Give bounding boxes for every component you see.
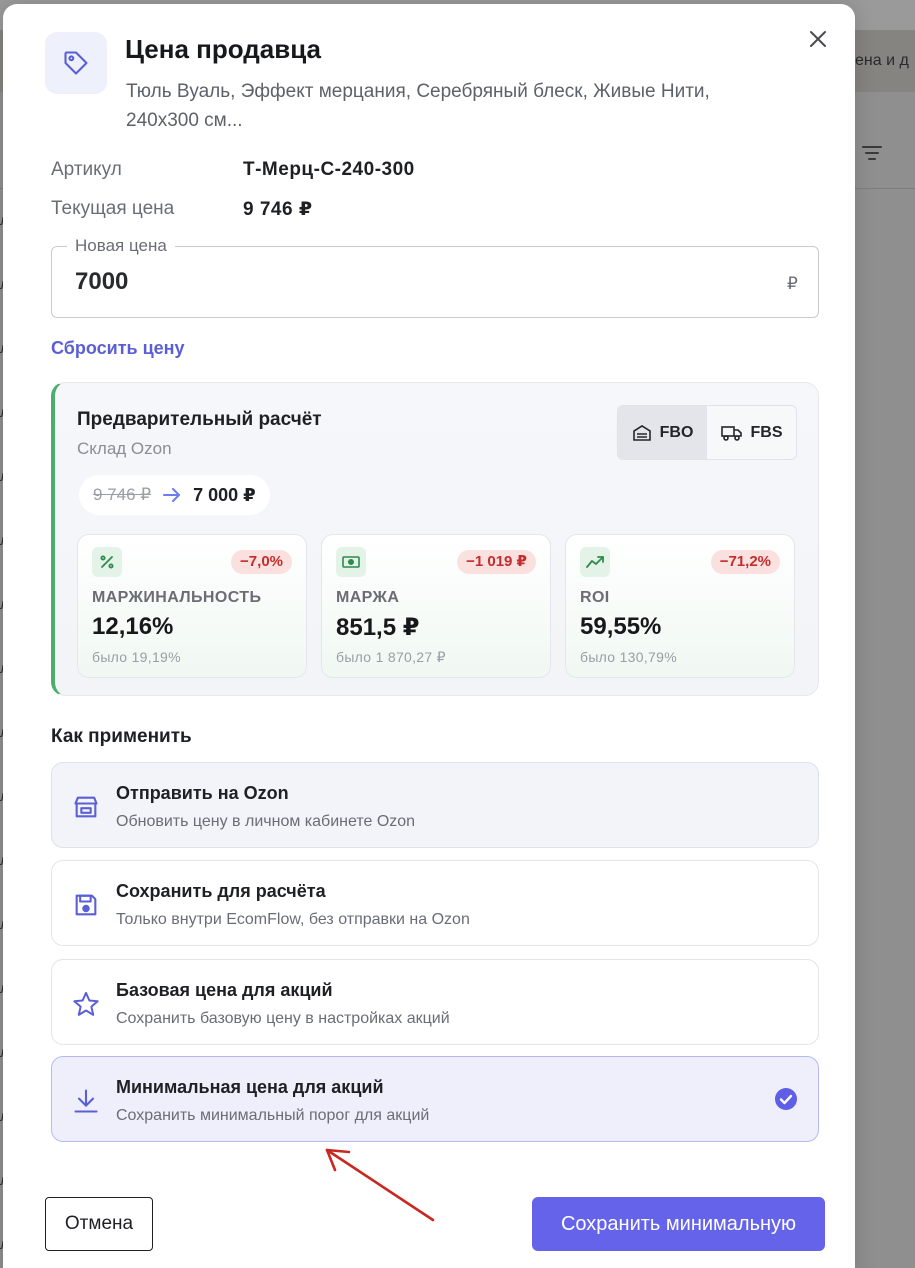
save-icon [75,894,97,916]
option-title: Отправить на Ozon [116,783,289,803]
option-description: Обновить цену в личном кабинете Ozon [116,813,416,830]
option-description: Сохранить минимальный порог для акций [116,1107,430,1124]
close-button[interactable] [803,24,833,54]
article-value: Т-Мерц-С-240-300 [243,159,415,180]
option-title: Минимальная цена для акций [116,1077,384,1097]
old-price: 9 746 ₽ [93,485,152,504]
background-header-text: ена и д [855,52,909,69]
article-label: Артикул [51,159,122,180]
metric-card-roi: −71,2% ROI 59,55% было 130,79% [565,534,795,678]
delta-badge: −7,0% [231,550,292,574]
delta-badge: −1 019 ₽ [457,550,536,574]
warehouse-icon [632,424,651,441]
metric-card-margin: −1 019 ₽ МАРЖА 851,5 ₽ было 1 870,27 ₽ [321,534,551,678]
metric-value: 12,16% [92,613,174,640]
metric-value: 59,55% [580,613,662,640]
current-price-value: 9 746 ₽ [243,199,313,220]
toggle-fbo[interactable]: FBO [618,406,707,459]
toggle-fbs-label: FBS [750,423,783,441]
option-base-promo-price[interactable]: Базовая цена для акций Сохранить базовую… [51,959,819,1045]
price-change-pill: 9 746 ₽ 7 000 ₽ [79,475,270,515]
filter-icon[interactable] [862,146,882,164]
calculation-title: Предварительный расчёт [77,409,322,430]
price-tag-icon [45,32,107,94]
money-icon [336,547,366,577]
arrow-right-icon [163,488,181,502]
metric-previous: было 19,19% [92,649,181,665]
fulfillment-toggle: FBO FBS [617,405,797,460]
current-price-label: Текущая цена [51,198,175,219]
metric-card-marginality: −7,0% МАРЖИНАЛЬНОСТЬ 12,16% было 19,19% [77,534,307,678]
metric-value: 851,5 ₽ [336,614,420,641]
option-description: Сохранить базовую цену в настройках акци… [116,1010,450,1027]
metric-label: ROI [580,589,610,606]
percent-icon [92,547,122,577]
close-icon [810,31,826,47]
toggle-fbs[interactable]: FBS [707,406,796,459]
delta-badge: −71,2% [710,550,780,574]
option-title: Базовая цена для акций [116,980,333,1000]
modal-title: Цена продавца [125,34,321,64]
option-save-for-calculation[interactable]: Сохранить для расчёта Только внутри Ecom… [51,860,819,946]
option-title: Сохранить для расчёта [116,881,326,901]
toggle-fbo-label: FBO [659,423,694,441]
seller-price-modal: Цена продавца Тюль Вуаль, Эффект мерцани… [3,4,855,1268]
save-minimum-button[interactable]: Сохранить минимальную [532,1197,825,1251]
metric-label: МАРЖА [336,589,400,606]
trend-icon [580,547,610,577]
new-price-label: Новая цена [67,236,175,256]
truck-icon [720,425,742,441]
option-send-to-ozon[interactable]: Отправить на Ozon Обновить цену в личном… [51,762,819,848]
metric-previous: было 130,79% [580,649,677,665]
store-icon [74,796,98,818]
metric-label: МАРЖИНАЛЬНОСТЬ [92,589,262,606]
metric-previous: было 1 870,27 ₽ [336,649,446,665]
product-name: Тюль Вуаль, Эффект мерцания, Серебряный … [126,81,710,131]
download-icon [74,1089,98,1113]
new-price: 7 000 ₽ [193,484,256,505]
apply-section-title: Как применить [51,726,192,747]
option-min-promo-price[interactable]: Минимальная цена для акций Сохранить мин… [51,1056,819,1142]
new-price-input[interactable] [75,268,675,296]
reset-price-link[interactable]: Сбросить цену [51,338,185,359]
star-icon [73,991,99,1016]
currency-symbol: ₽ [787,274,798,293]
check-circle-icon [775,1088,797,1110]
cancel-button[interactable]: Отмена [45,1197,153,1251]
option-description: Только внутри EcomFlow, без отправки на … [116,911,470,928]
calculation-subtitle: Склад Ozon [77,439,172,458]
annotation-arrow [325,1148,435,1222]
